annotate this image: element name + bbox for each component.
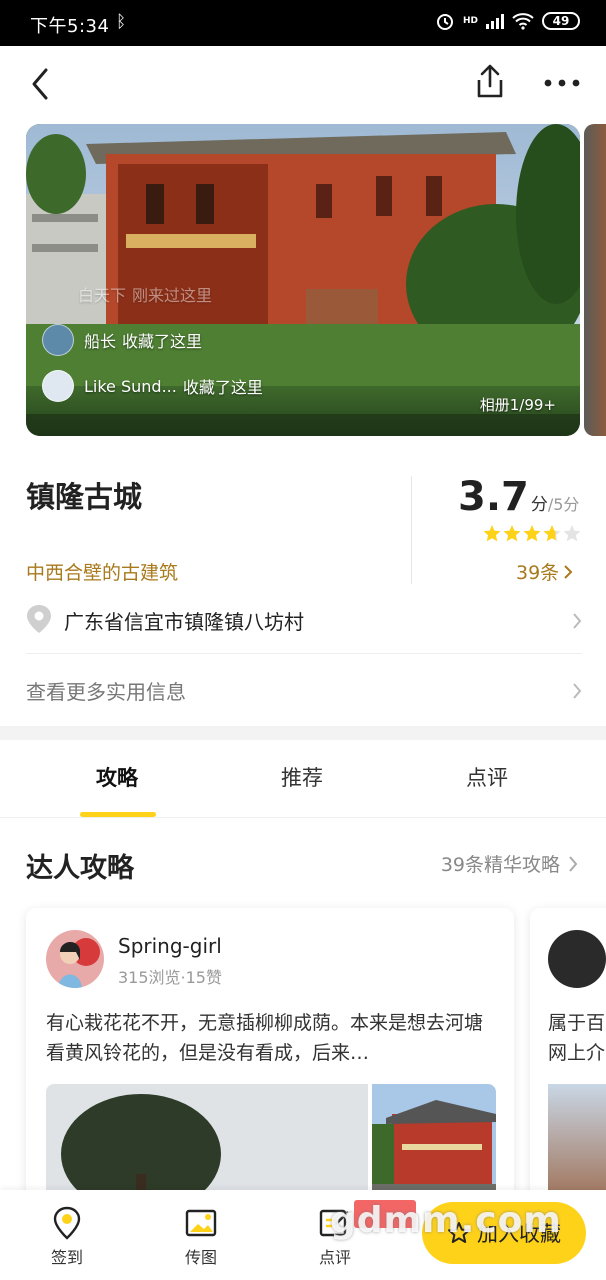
back-icon[interactable] — [26, 64, 56, 104]
location-icon — [53, 1206, 81, 1240]
subtitle: 中西合壁的古建筑 — [26, 562, 179, 584]
watermark: gdmm.com — [330, 1200, 562, 1241]
author-name: Spring-girl — [118, 934, 222, 958]
section-title: 达人攻略 — [26, 853, 134, 884]
more-icon[interactable] — [542, 68, 582, 98]
tab-indicator — [80, 812, 156, 817]
score-unit: 分 — [530, 495, 548, 515]
feed-user: Like Sund... — [84, 376, 177, 396]
avatar — [42, 324, 74, 356]
tab-review[interactable]: 点评 — [466, 762, 508, 792]
feed-action: 刚来过这里 — [132, 286, 213, 305]
nav-bar — [0, 46, 606, 122]
chevron-right-icon — [569, 855, 578, 872]
rating-star — [483, 525, 501, 542]
more-info-text: 查看更多实用信息 — [26, 680, 186, 704]
upload-label: 传图 — [184, 1248, 217, 1267]
rating-star — [523, 525, 541, 542]
score-value: 3.7 — [458, 474, 529, 520]
avatar — [46, 930, 104, 988]
review-count-link[interactable]: 39条 — [516, 558, 573, 585]
guide-card[interactable]: Spring-girl 315浏览·15赞 有心栽花花不开，无意插柳柳成荫。本来… — [26, 908, 514, 1208]
tab-bar: 攻略 推荐 点评 — [0, 740, 606, 818]
page-title: 镇隆古城 — [26, 480, 143, 514]
feed-action: 收藏了这里 — [182, 378, 263, 397]
feed-action: 收藏了这里 — [122, 332, 203, 351]
album-counter: 相册1/99+ — [479, 396, 556, 414]
alarm-icon — [436, 14, 453, 30]
more-info-row[interactable]: 查看更多实用信息 — [26, 666, 582, 716]
wifi-icon — [512, 13, 534, 30]
guide-card[interactable]: 属于百网上介 — [530, 908, 606, 1208]
network-type: HD — [462, 15, 478, 26]
guide-excerpt: 有心栽花花不开，无意插柳柳成荫。本来是想去河塘看黄风铃花的，但是没有看成，后来… — [46, 1012, 484, 1064]
location-pin-icon — [27, 605, 51, 633]
rating-star — [543, 525, 561, 542]
feed-user: 白天下 — [78, 286, 127, 305]
score: 3.7 分 /5分 — [458, 474, 579, 520]
hero-photo[interactable]: 白天下 刚来过这里 船长 收藏了这里 Like Sund... 收藏了这里 相册… — [26, 124, 580, 436]
hero-feed-item: 白天下 刚来过这里 — [78, 282, 212, 306]
status-time: 下午5:34 — [30, 16, 110, 37]
rating-star — [563, 525, 581, 542]
hero-feed-item: 船长 收藏了这里 — [42, 324, 202, 356]
rating-star — [503, 525, 521, 542]
chevron-right-icon — [573, 613, 582, 629]
address-text: 广东省信宜市镇隆镇八坊村 — [64, 610, 304, 634]
upload-photo-button[interactable]: 传图 — [166, 1206, 236, 1268]
section-gap — [0, 726, 606, 740]
bluetooth-icon: ᛒ — [116, 12, 127, 32]
review-count: 39条 — [516, 562, 560, 584]
image-icon — [185, 1209, 217, 1237]
status-indicators: HD 49 — [435, 11, 580, 31]
chevron-right-icon — [573, 683, 582, 699]
all-guides-label: 39条精华攻略 — [440, 854, 560, 876]
star-rating — [483, 525, 581, 542]
checkin-label: 签到 — [50, 1248, 83, 1267]
hero-feed-item: Like Sund... 收藏了这里 — [42, 370, 263, 402]
checkin-button[interactable]: 签到 — [32, 1206, 102, 1268]
status-bar: 下午5:34 ᛒ HD 49 — [0, 0, 606, 46]
post-stats: 315浏览·15赞 — [118, 968, 222, 987]
chevron-right-icon — [564, 564, 573, 579]
feed-user: 船长 — [84, 332, 117, 351]
avatar — [548, 930, 606, 988]
signal-icon — [486, 13, 504, 29]
all-guides-link[interactable]: 39条精华攻略 — [441, 850, 578, 877]
tab-recommend[interactable]: 推荐 — [281, 762, 323, 792]
tab-guide[interactable]: 攻略 — [96, 762, 138, 792]
guide-excerpt: 属于百网上介 — [548, 1012, 606, 1064]
share-icon[interactable] — [472, 62, 508, 102]
score-total: /5分 — [547, 495, 580, 514]
divider — [411, 476, 412, 584]
next-photo-peek[interactable] — [584, 124, 606, 436]
address-row[interactable]: 广东省信宜市镇隆镇八坊村 — [26, 596, 582, 654]
battery-icon: 49 — [542, 12, 580, 30]
review-label: 点评 — [318, 1248, 351, 1267]
avatar — [42, 370, 74, 402]
